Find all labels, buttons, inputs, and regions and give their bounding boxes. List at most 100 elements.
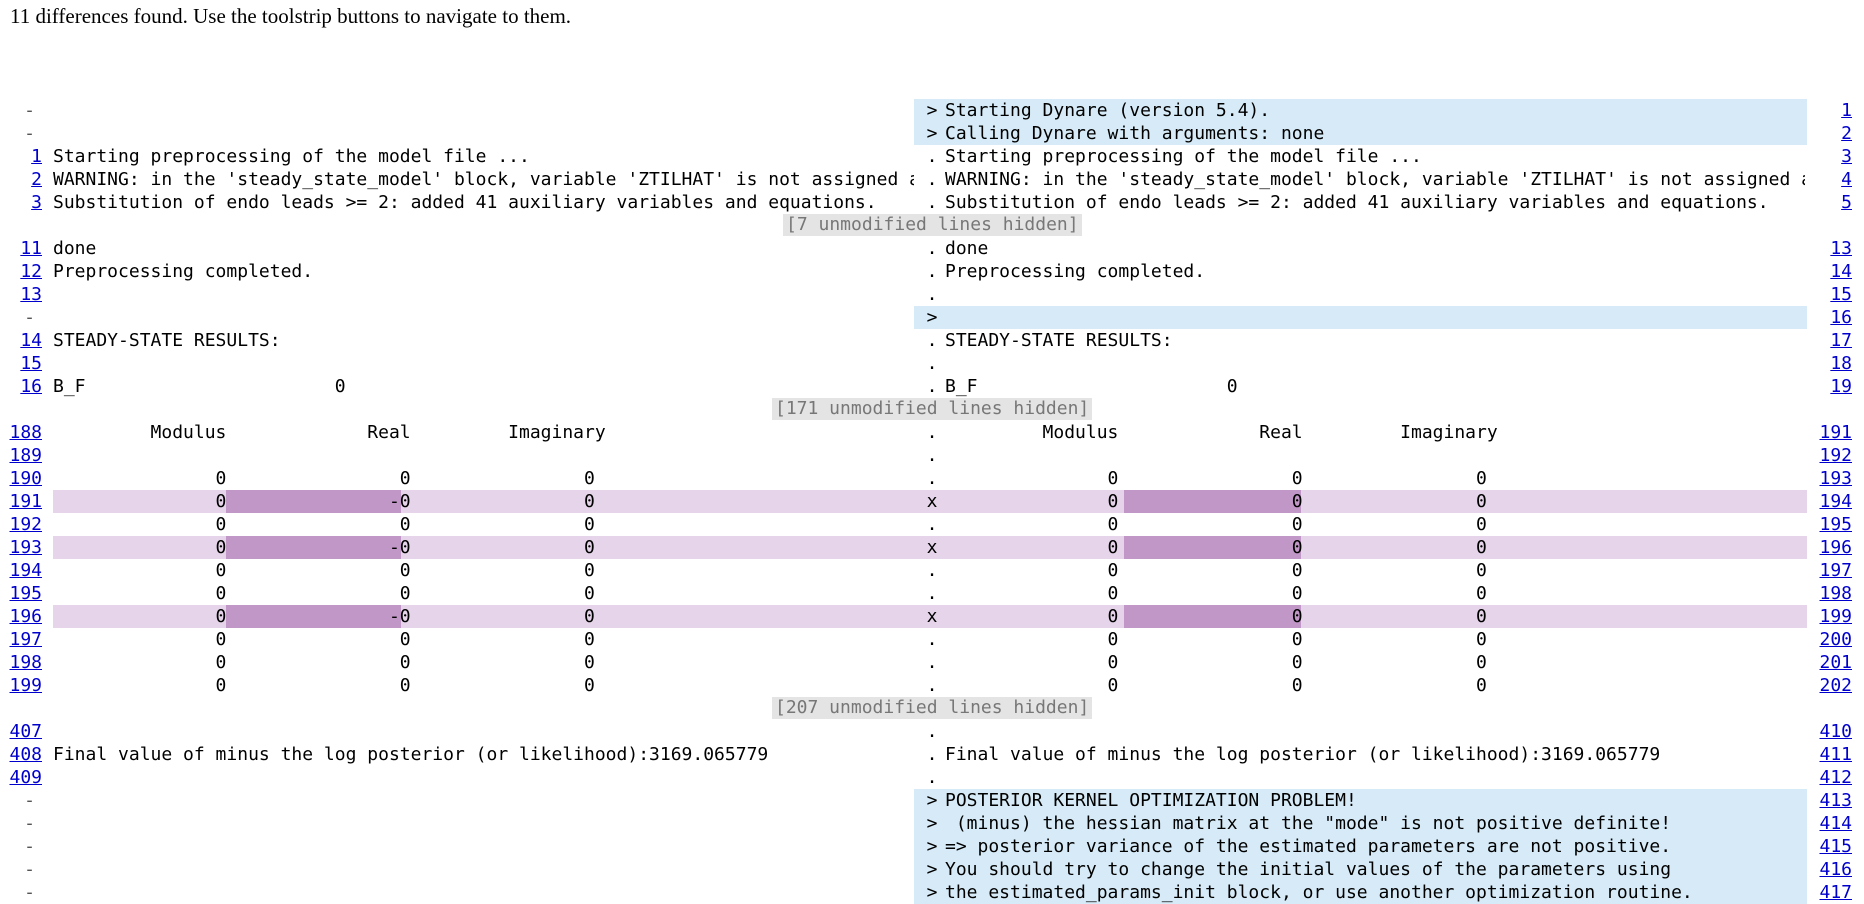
left-line-number[interactable]: 3 (0, 191, 42, 214)
right-line-number[interactable]: 411 (1810, 743, 1852, 766)
right-line-number[interactable]: 199 (1810, 605, 1852, 628)
right-line-number[interactable]: 416 (1810, 858, 1852, 881)
left-line-number[interactable]: 11 (0, 237, 42, 260)
right-line-link[interactable]: 416 (1819, 859, 1852, 880)
left-line-number[interactable]: 191 (0, 490, 42, 513)
right-line-link[interactable]: 411 (1819, 744, 1852, 765)
left-line-number[interactable]: 13 (0, 283, 42, 306)
left-line-number[interactable]: 196 (0, 605, 42, 628)
right-line-number[interactable]: 198 (1810, 582, 1852, 605)
right-line-link[interactable]: 199 (1819, 606, 1852, 627)
right-line-number[interactable]: 194 (1810, 490, 1852, 513)
left-line-number[interactable]: 190 (0, 467, 42, 490)
left-line-number[interactable]: 408 (0, 743, 42, 766)
right-line-number[interactable]: 18 (1810, 352, 1852, 375)
right-line-link[interactable]: 410 (1819, 721, 1852, 742)
right-line-number[interactable]: 14 (1810, 260, 1852, 283)
right-line-number[interactable]: 1 (1810, 99, 1852, 122)
right-line-link[interactable]: 414 (1819, 813, 1852, 834)
left-line-link[interactable]: 12 (20, 261, 42, 282)
left-line-number[interactable]: 197 (0, 628, 42, 651)
right-line-link[interactable]: 18 (1830, 353, 1852, 374)
right-line-link[interactable]: 5 (1841, 192, 1852, 213)
right-line-link[interactable]: 4 (1841, 169, 1852, 190)
right-line-link[interactable]: 201 (1819, 652, 1852, 673)
left-line-number[interactable]: 409 (0, 766, 42, 789)
right-line-number[interactable]: 195 (1810, 513, 1852, 536)
right-line-link[interactable]: 197 (1819, 560, 1852, 581)
right-line-number[interactable]: 13 (1810, 237, 1852, 260)
right-line-number[interactable]: 414 (1810, 812, 1852, 835)
left-line-link[interactable]: 14 (20, 330, 42, 351)
left-line-link[interactable]: 13 (20, 284, 42, 305)
right-line-link[interactable]: 412 (1819, 767, 1852, 788)
right-line-link[interactable]: 192 (1819, 445, 1852, 466)
left-line-link[interactable]: 191 (9, 491, 42, 512)
right-line-link[interactable]: 191 (1819, 422, 1852, 443)
left-line-link[interactable]: 408 (9, 744, 42, 765)
right-line-link[interactable]: 194 (1819, 491, 1852, 512)
right-line-number[interactable]: 410 (1810, 720, 1852, 743)
left-line-number[interactable]: 192 (0, 513, 42, 536)
left-line-link[interactable]: 199 (9, 675, 42, 696)
right-line-number[interactable]: 3 (1810, 145, 1852, 168)
left-line-link[interactable]: 190 (9, 468, 42, 489)
left-line-number[interactable]: 1 (0, 145, 42, 168)
right-line-number[interactable]: 415 (1810, 835, 1852, 858)
left-line-link[interactable]: 188 (9, 422, 42, 443)
left-line-link[interactable]: 192 (9, 514, 42, 535)
right-line-link[interactable]: 413 (1819, 790, 1852, 811)
left-line-number[interactable]: 195 (0, 582, 42, 605)
left-line-number[interactable]: 193 (0, 536, 42, 559)
right-line-number[interactable]: 196 (1810, 536, 1852, 559)
left-line-link[interactable]: 189 (9, 445, 42, 466)
right-line-link[interactable]: 1 (1841, 100, 1852, 121)
right-line-link[interactable]: 15 (1830, 284, 1852, 305)
left-line-link[interactable]: 11 (20, 238, 42, 259)
left-line-link[interactable]: 2 (31, 169, 42, 190)
left-line-number[interactable]: 188 (0, 421, 42, 444)
left-line-number[interactable]: 2 (0, 168, 42, 191)
right-line-number[interactable]: 413 (1810, 789, 1852, 812)
left-line-number[interactable]: 407 (0, 720, 42, 743)
right-line-link[interactable]: 417 (1819, 882, 1852, 903)
left-line-number[interactable]: 15 (0, 352, 42, 375)
right-line-number[interactable]: 200 (1810, 628, 1852, 651)
right-line-number[interactable]: 15 (1810, 283, 1852, 306)
right-line-link[interactable]: 198 (1819, 583, 1852, 604)
right-line-link[interactable]: 193 (1819, 468, 1852, 489)
right-line-link[interactable]: 17 (1830, 330, 1852, 351)
left-line-number[interactable]: 12 (0, 260, 42, 283)
right-line-number[interactable]: 201 (1810, 651, 1852, 674)
right-line-number[interactable]: 17 (1810, 329, 1852, 352)
right-line-number[interactable]: 197 (1810, 559, 1852, 582)
left-line-link[interactable]: 193 (9, 537, 42, 558)
right-line-number[interactable]: 202 (1810, 674, 1852, 697)
right-line-number[interactable]: 2 (1810, 122, 1852, 145)
right-line-number[interactable]: 4 (1810, 168, 1852, 191)
left-line-link[interactable]: 195 (9, 583, 42, 604)
left-line-link[interactable]: 197 (9, 629, 42, 650)
right-line-link[interactable]: 2 (1841, 123, 1852, 144)
left-line-link[interactable]: 196 (9, 606, 42, 627)
left-line-link[interactable]: 3 (31, 192, 42, 213)
right-line-number[interactable]: 192 (1810, 444, 1852, 467)
right-line-link[interactable]: 3 (1841, 146, 1852, 167)
left-line-number[interactable]: 198 (0, 651, 42, 674)
left-line-number[interactable]: 199 (0, 674, 42, 697)
unmodified-lines-hidden-banner[interactable]: [171 unmodified lines hidden] (772, 398, 1093, 420)
left-line-number[interactable]: 16 (0, 375, 42, 398)
right-line-link[interactable]: 415 (1819, 836, 1852, 857)
right-line-link[interactable]: 14 (1830, 261, 1852, 282)
right-line-number[interactable]: 193 (1810, 467, 1852, 490)
right-line-number[interactable]: 19 (1810, 375, 1852, 398)
right-line-number[interactable]: 5 (1810, 191, 1852, 214)
left-line-link[interactable]: 194 (9, 560, 42, 581)
left-line-link[interactable]: 198 (9, 652, 42, 673)
unmodified-lines-hidden-banner[interactable]: [7 unmodified lines hidden] (783, 214, 1082, 236)
right-line-link[interactable]: 196 (1819, 537, 1852, 558)
left-line-link[interactable]: 407 (9, 721, 42, 742)
right-line-link[interactable]: 16 (1830, 307, 1852, 328)
left-line-link[interactable]: 409 (9, 767, 42, 788)
right-line-link[interactable]: 200 (1819, 629, 1852, 650)
